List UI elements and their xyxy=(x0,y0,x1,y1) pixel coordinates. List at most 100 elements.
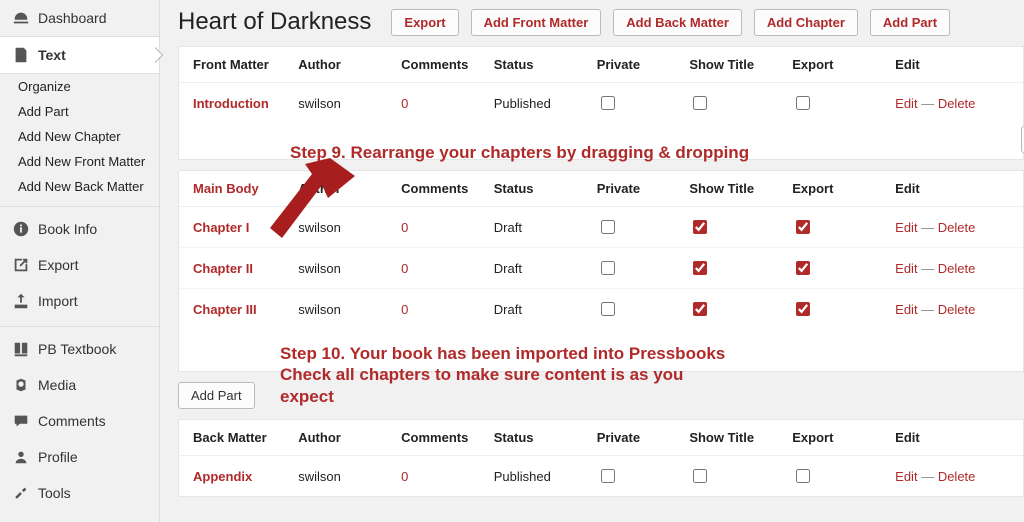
delete-link[interactable]: Delete xyxy=(938,469,976,484)
sidebar-label: Media xyxy=(38,377,76,393)
private-checkbox[interactable] xyxy=(601,302,615,316)
col-export: Export xyxy=(786,420,889,456)
row-author: swilson xyxy=(292,289,395,330)
col-status: Status xyxy=(488,420,591,456)
col-show-title: Show Title xyxy=(683,171,786,207)
sidebar-item-media[interactable]: Media xyxy=(0,367,159,403)
add-back-matter-button[interactable]: Add Back Matter xyxy=(613,9,742,36)
edit-link[interactable]: Edit xyxy=(895,302,917,317)
export-checkbox[interactable] xyxy=(796,469,810,483)
row-title-link[interactable]: Chapter I xyxy=(193,220,249,235)
sidebar-label: Book Info xyxy=(38,221,97,237)
col-section[interactable]: Main Body xyxy=(179,171,292,207)
show-title-checkbox[interactable] xyxy=(693,302,707,316)
sidebar-label: Import xyxy=(38,293,78,309)
delete-link[interactable]: Delete xyxy=(938,302,976,317)
col-author: Author xyxy=(292,420,395,456)
row-title-link[interactable]: Chapter III xyxy=(193,302,257,317)
export-checkbox[interactable] xyxy=(796,302,810,316)
table-row[interactable]: Chapter Iswilson0DraftEdit — Delete xyxy=(179,207,1023,248)
table-row[interactable]: Appendix swilson 0 Published Edit — Dele… xyxy=(179,456,1023,497)
main-body-panel: Main Body Author Comments Status Private… xyxy=(178,170,1024,372)
row-comments: 0 xyxy=(401,261,408,276)
row-status: Draft xyxy=(488,207,591,248)
sidebar-sub-add-front-matter[interactable]: Add New Front Matter xyxy=(0,149,159,174)
book-icon xyxy=(12,340,30,358)
col-private: Private xyxy=(591,420,684,456)
show-title-checkbox[interactable] xyxy=(693,261,707,275)
private-checkbox[interactable] xyxy=(601,469,615,483)
front-matter-panel: Front Matter Author Comments Status Priv… xyxy=(178,46,1024,160)
back-matter-table: Back Matter Author Comments Status Priva… xyxy=(179,420,1023,496)
delete-link[interactable]: Delete xyxy=(938,261,976,276)
row-status: Draft xyxy=(488,248,591,289)
sidebar-label: Comments xyxy=(38,413,106,429)
row-comments: 0 xyxy=(401,96,408,111)
dashboard-icon xyxy=(12,9,30,27)
add-front-matter-button[interactable]: Add Front Matter xyxy=(471,9,602,36)
private-checkbox[interactable] xyxy=(601,261,615,275)
table-row[interactable]: Introduction swilson 0 Published Edit — … xyxy=(179,83,1023,124)
sidebar-item-book-info[interactable]: Book Info xyxy=(0,211,159,247)
row-comments: 0 xyxy=(401,220,408,235)
main-body-table: Main Body Author Comments Status Private… xyxy=(179,171,1023,329)
export-checkbox[interactable] xyxy=(796,220,810,234)
edit-link[interactable]: Edit xyxy=(895,469,917,484)
sidebar-label: PB Textbook xyxy=(38,341,116,357)
row-comments: 0 xyxy=(401,469,408,484)
add-part-button[interactable]: Add Part xyxy=(870,9,950,36)
row-status: Published xyxy=(488,456,591,497)
add-part-panel-button[interactable]: Add Part xyxy=(178,382,255,409)
edit-link[interactable]: Edit xyxy=(895,261,917,276)
col-edit: Edit xyxy=(889,171,1023,207)
sidebar-sub-add-back-matter[interactable]: Add New Back Matter xyxy=(0,174,159,199)
sidebar-sub-organize[interactable]: Organize xyxy=(0,74,159,99)
sidebar-item-pb-textbook[interactable]: PB Textbook xyxy=(0,331,159,367)
export-button[interactable]: Export xyxy=(391,9,458,36)
row-title-link[interactable]: Chapter II xyxy=(193,261,253,276)
delete-link[interactable]: Delete xyxy=(938,220,976,235)
edit-link[interactable]: Edit xyxy=(895,220,917,235)
table-row[interactable]: Chapter IIIswilson0DraftEdit — Delete xyxy=(179,289,1023,330)
sidebar-sub-add-part[interactable]: Add Part xyxy=(0,99,159,124)
table-row[interactable]: Chapter IIswilson0DraftEdit — Delete xyxy=(179,248,1023,289)
sidebar-item-text[interactable]: Text xyxy=(0,36,159,74)
col-author: Author xyxy=(292,47,395,83)
sidebar-item-comments[interactable]: Comments xyxy=(0,403,159,439)
info-icon xyxy=(12,220,30,238)
row-author: swilson xyxy=(292,83,395,124)
col-private: Private xyxy=(591,171,684,207)
row-status: Published xyxy=(488,83,591,124)
private-checkbox[interactable] xyxy=(601,96,615,110)
col-edit: Edit xyxy=(889,47,1023,83)
col-export: Export xyxy=(786,47,889,83)
admin-sidebar: Dashboard Text Organize Add Part Add New… xyxy=(0,0,160,522)
title-bar: Heart of Darkness Export Add Front Matte… xyxy=(170,8,1024,46)
show-title-checkbox[interactable] xyxy=(693,220,707,234)
sidebar-item-profile[interactable]: Profile xyxy=(0,439,159,475)
sidebar-label: Profile xyxy=(38,449,78,465)
row-status: Draft xyxy=(488,289,591,330)
add-chapter-button[interactable]: Add Chapter xyxy=(754,9,858,36)
row-title-link[interactable]: Introduction xyxy=(193,96,269,111)
sidebar-item-export[interactable]: Export xyxy=(0,247,159,283)
show-title-checkbox[interactable] xyxy=(693,96,707,110)
sidebar-item-dashboard[interactable]: Dashboard xyxy=(0,0,159,36)
edit-link[interactable]: Edit xyxy=(895,96,917,111)
sidebar-item-import[interactable]: Import xyxy=(0,283,159,319)
import-icon xyxy=(12,292,30,310)
export-checkbox[interactable] xyxy=(796,96,810,110)
private-checkbox[interactable] xyxy=(601,220,615,234)
show-title-checkbox[interactable] xyxy=(693,469,707,483)
delete-link[interactable]: Delete xyxy=(938,96,976,111)
row-author: swilson xyxy=(292,207,395,248)
row-author: swilson xyxy=(292,456,395,497)
profile-icon xyxy=(12,448,30,466)
col-show-title: Show Title xyxy=(683,47,786,83)
col-comments: Comments xyxy=(395,171,488,207)
col-author: Author xyxy=(292,171,395,207)
sidebar-item-tools[interactable]: Tools xyxy=(0,475,159,511)
sidebar-sub-add-chapter[interactable]: Add New Chapter xyxy=(0,124,159,149)
row-title-link[interactable]: Appendix xyxy=(193,469,252,484)
export-checkbox[interactable] xyxy=(796,261,810,275)
